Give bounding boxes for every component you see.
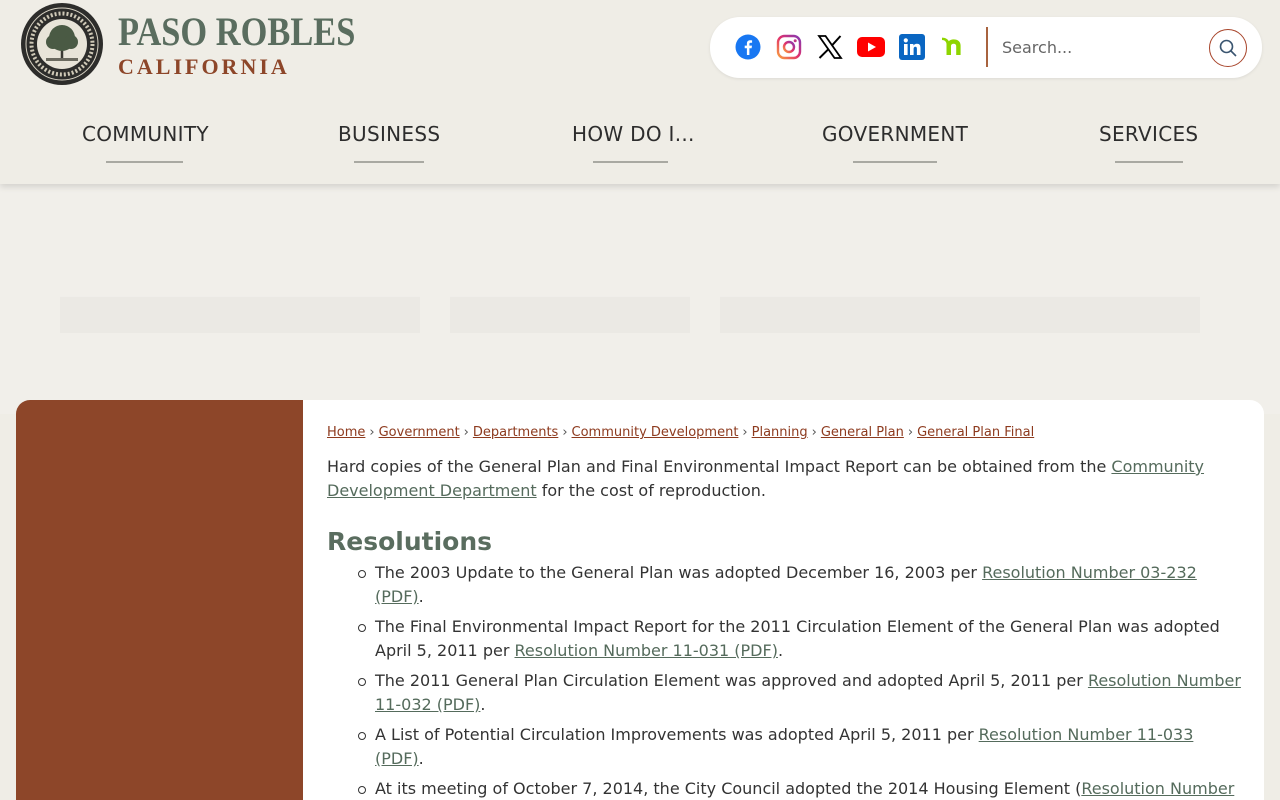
breadcrumb-separator: › <box>463 425 469 440</box>
nav-services[interactable]: SERVICES <box>1099 122 1199 163</box>
list-item-text: At its meeting of October 7, 2014, the C… <box>375 779 1082 798</box>
resolution-link[interactable]: Resolution Number <box>1081 779 1234 798</box>
breadcrumb-separator: › <box>811 425 817 440</box>
nav-how-do-i[interactable]: HOW DO I... <box>572 122 695 163</box>
intro-text: Hard copies of the General Plan and Fina… <box>327 457 1112 476</box>
list-item: The 2003 Update to the General Plan was … <box>351 561 1241 609</box>
breadcrumb-community-development[interactable]: Community Development <box>572 425 739 440</box>
list-item: At its meeting of October 7, 2014, the C… <box>351 777 1241 800</box>
site-header: PASO ROBLES CALIFORNIA COMMUNITY <box>0 0 1280 184</box>
nav-underline <box>106 161 183 163</box>
nav-business[interactable]: BUSINESS <box>338 122 441 163</box>
nav-services-label: SERVICES <box>1099 122 1199 146</box>
list-item-text-after: . <box>480 695 486 714</box>
site-title[interactable]: PASO ROBLES CALIFORNIA <box>118 12 394 80</box>
nav-how-do-i-label: HOW DO I... <box>572 122 695 146</box>
list-item: A List of Potential Circulation Improvem… <box>351 723 1241 771</box>
list-item-text: The 2011 General Plan Circulation Elemen… <box>375 671 1088 690</box>
main-content: Home › Government › Departments › Community De… <box>303 400 1264 800</box>
nav-government-label: GOVERNMENT <box>822 122 969 146</box>
list-item-text-after: . <box>777 641 784 660</box>
nav-business-label: BUSINESS <box>338 122 441 146</box>
breadcrumb-government[interactable]: Government <box>379 425 460 440</box>
nextdoor-icon[interactable] <box>939 33 967 61</box>
logo-title-line2: CALIFORNIA <box>118 54 290 79</box>
breadcrumb-general-plan[interactable]: General Plan <box>821 425 904 440</box>
search-icon <box>1219 39 1237 57</box>
nav-underline <box>1115 161 1183 163</box>
utility-bar <box>710 17 1262 78</box>
search-button[interactable] <box>1209 29 1247 67</box>
list-item-text-after: . <box>418 587 424 606</box>
logo-title-line1: PASO ROBLES <box>118 9 356 54</box>
facebook-icon[interactable] <box>734 33 762 61</box>
breadcrumb-departments[interactable]: Departments <box>473 425 558 440</box>
nav-underline <box>354 161 424 163</box>
list-item-text: The Final Environmental Impact Report fo… <box>375 617 1220 660</box>
nav-underline <box>853 161 937 163</box>
hero-texture: ▬▬▬ ▬▬ ▬▬▬▬ <box>60 224 1200 362</box>
hero-banner: ▬▬▬ ▬▬ ▬▬▬▬ <box>0 184 1280 414</box>
nav-government[interactable]: GOVERNMENT <box>822 122 969 163</box>
linkedin-icon[interactable] <box>898 33 926 61</box>
instagram-icon[interactable] <box>775 33 803 61</box>
list-item: The 2011 General Plan Circulation Elemen… <box>351 669 1241 717</box>
youtube-icon[interactable] <box>857 33 885 61</box>
nav-community-label: COMMUNITY <box>82 122 209 146</box>
main-navigation: COMMUNITY BUSINESS HOW DO I... GOVERNMEN… <box>0 122 1280 166</box>
breadcrumb-planning[interactable]: Planning <box>752 425 808 440</box>
city-seal-logo[interactable] <box>20 2 104 86</box>
list-item: The Final Environmental Impact Report fo… <box>351 615 1241 663</box>
breadcrumb-separator: › <box>562 425 568 440</box>
list-item-text: A List of Potential Circulation Improvem… <box>375 725 979 744</box>
resolutions-heading: Resolutions <box>327 527 493 556</box>
breadcrumb-separator: › <box>369 425 375 440</box>
nav-underline <box>593 161 668 163</box>
breadcrumb-separator: › <box>742 425 748 440</box>
breadcrumb-separator: › <box>907 425 914 440</box>
list-item-text-after: . <box>418 749 424 768</box>
breadcrumb: Home › Government › Departments › Community De… <box>327 425 1034 440</box>
resolutions-list: The 2003 Update to the General Plan was … <box>351 561 1241 800</box>
resolution-link[interactable]: Resolution Number 11-031 (PDF) <box>514 641 777 660</box>
nav-community[interactable]: COMMUNITY <box>82 122 209 163</box>
x-twitter-icon[interactable] <box>816 33 844 61</box>
intro-text-after: for the cost of reproduction. <box>536 481 766 500</box>
sidebar <box>16 400 303 800</box>
search-input[interactable] <box>1002 31 1202 63</box>
breadcrumb-home[interactable]: Home <box>327 425 365 440</box>
utility-divider <box>986 27 988 67</box>
intro-paragraph: Hard copies of the General Plan and Fina… <box>327 455 1227 503</box>
breadcrumb-general-plan-final[interactable]: General Plan Final <box>917 425 1034 440</box>
list-item-text: The 2003 Update to the General Plan was … <box>375 563 983 582</box>
